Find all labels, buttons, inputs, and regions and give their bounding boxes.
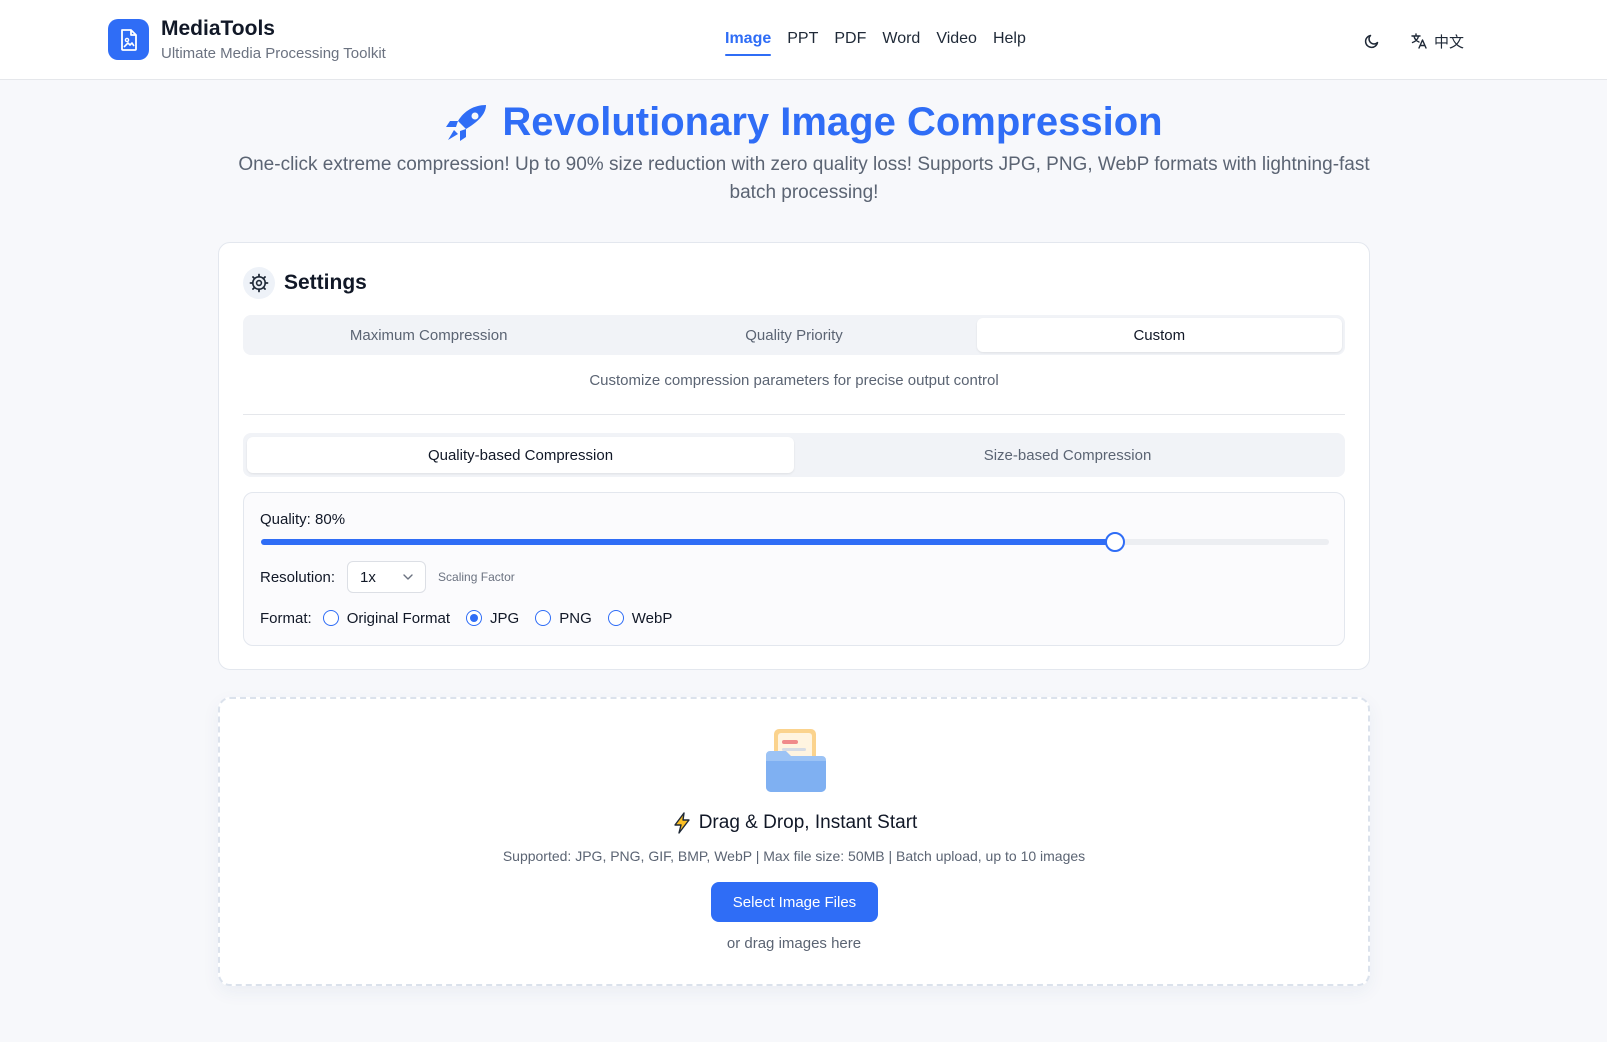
radio-original[interactable] [322, 610, 339, 626]
resolution-select[interactable]: 1x [347, 561, 427, 593]
theme-toggle-button[interactable] [1360, 29, 1384, 53]
lightning-icon [674, 812, 690, 834]
format-option-label: WebP [631, 609, 673, 627]
settings-header: Settings [243, 267, 367, 299]
main-nav: Image PPT PDF Word Video Help [725, 30, 1042, 56]
format-row: Format: Original Format JPG PNG WebP [260, 607, 688, 629]
radio-webp[interactable] [607, 610, 624, 626]
top-header: MediaTools Ultimate Media Processing Too… [0, 0, 1607, 80]
resolution-value: 1x [360, 568, 376, 586]
tab-quality-priority[interactable]: Quality Priority [611, 318, 976, 352]
resolution-row: Resolution: 1x Scaling Factor [260, 561, 515, 593]
nav-item-word[interactable]: Word [882, 30, 920, 56]
format-option-label: PNG [559, 609, 592, 627]
compression-mode-tabs: Quality-based Compression Size-based Com… [243, 433, 1345, 477]
format-option-original[interactable]: Original Format [322, 609, 451, 627]
chevron-down-icon [403, 574, 413, 580]
tab-size-based[interactable]: Size-based Compression [794, 437, 1341, 473]
rocket-icon [446, 104, 487, 141]
translate-icon [1411, 33, 1427, 49]
radio-jpg[interactable] [466, 610, 483, 626]
nav-item-help[interactable]: Help [993, 30, 1026, 56]
resolution-label: Resolution: [260, 568, 336, 586]
nav-item-pdf[interactable]: PDF [834, 30, 866, 56]
custom-settings-panel: Quality: 80% Resolution: 1x Scaling Fact… [243, 492, 1345, 646]
brand-subtitle: Ultimate Media Processing Toolkit [161, 45, 386, 62]
hero-title: Revolutionary Image Compression [0, 100, 1607, 145]
settings-title: Settings [284, 271, 367, 294]
tab-custom[interactable]: Custom [976, 318, 1342, 352]
logo[interactable] [108, 19, 149, 60]
language-switch-button[interactable]: 中文 [1410, 29, 1464, 53]
gear-icon [249, 273, 269, 293]
language-label: 中文 [1434, 33, 1465, 51]
image-file-icon [120, 28, 137, 51]
format-option-jpg[interactable]: JPG [466, 610, 519, 627]
brand-title: MediaTools [161, 17, 275, 40]
folder-icon [766, 729, 826, 792]
quality-slider-fill [261, 539, 1116, 545]
upload-dropzone[interactable]: Drag & Drop, Instant Start Supported: JP… [218, 697, 1370, 986]
resolution-hint: Scaling Factor [438, 570, 515, 584]
format-option-png[interactable]: PNG [535, 610, 592, 627]
format-label: Format: [260, 609, 312, 627]
format-option-webp[interactable]: WebP [607, 609, 673, 627]
divider [243, 414, 1345, 415]
tab-quality-based[interactable]: Quality-based Compression [247, 437, 794, 473]
select-image-files-button[interactable]: Select Image Files [711, 882, 878, 922]
radio-png[interactable] [535, 610, 552, 626]
quality-slider[interactable] [261, 532, 1329, 552]
upload-title: Drag & Drop, Instant Start [220, 812, 1368, 834]
preset-description: Customize compression parameters for pre… [589, 372, 999, 389]
hero-subtitle: One-click extreme compression! Up to 90%… [238, 154, 1370, 203]
tab-maximum-compression[interactable]: Maximum Compression [246, 318, 611, 352]
nav-item-video[interactable]: Video [936, 30, 977, 56]
format-option-label: Original Format [346, 609, 451, 627]
upload-or-text: or drag images here [726, 935, 862, 952]
nav-item-image[interactable]: Image [725, 30, 772, 56]
quality-slider-handle[interactable] [1105, 532, 1126, 552]
preset-tabs: Maximum Compression Quality Priority Cus… [243, 315, 1345, 355]
settings-card: Settings Maximum Compression Quality Pri… [218, 242, 1370, 670]
format-option-label: JPG [490, 609, 520, 627]
nav-item-ppt[interactable]: PPT [787, 30, 818, 56]
upload-title-text: Drag & Drop, Instant Start [698, 812, 918, 833]
quality-label: Quality: 80% [260, 511, 346, 528]
upload-description: Supported: JPG, PNG, GIF, BMP, WebP | Ma… [502, 848, 1086, 864]
settings-icon-wrap [243, 267, 275, 299]
hero-title-text: Revolutionary Image Compression [502, 100, 1163, 144]
moon-icon [1364, 34, 1379, 49]
